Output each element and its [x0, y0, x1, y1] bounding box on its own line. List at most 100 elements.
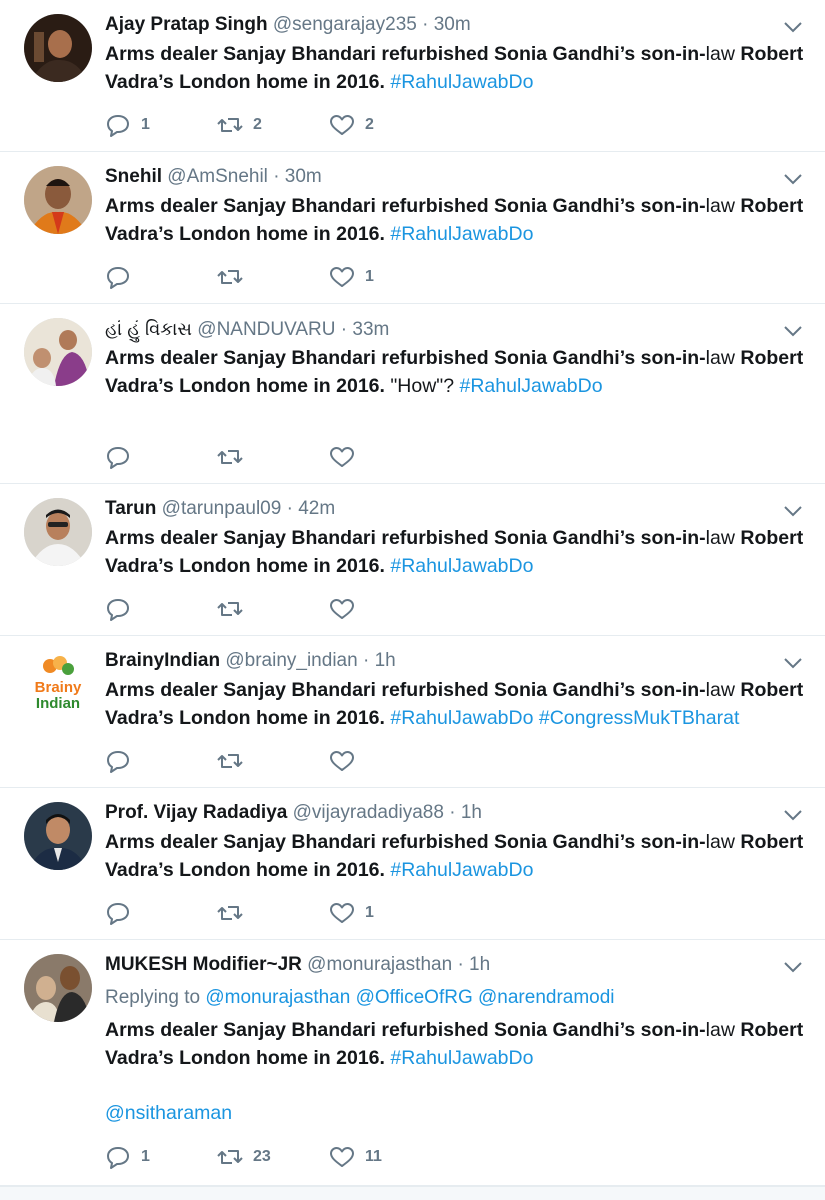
text-plain: "How"? [384, 375, 460, 397]
timestamp[interactable]: 1h [461, 802, 482, 823]
retweet-icon [217, 602, 243, 616]
avatar[interactable] [24, 498, 92, 566]
hashtag-link[interactable]: #RahulJawabDo [390, 223, 533, 245]
avatar-image [24, 954, 92, 1022]
avatar[interactable] [24, 14, 92, 82]
like-button[interactable]: 2 [329, 110, 374, 140]
like-button[interactable] [329, 594, 365, 624]
tweet[interactable]: Tarun @tarunpaul09 · 42m Arms dealer San… [0, 484, 825, 636]
tweet[interactable]: હાં હું વિકાસ @NANDUVARU · 33m Arms deal… [0, 304, 825, 484]
separator-dot: · [449, 802, 456, 823]
reply-button[interactable] [105, 898, 141, 928]
reply-button[interactable]: 1 [105, 110, 150, 140]
like-button[interactable]: 11 [329, 1142, 382, 1172]
retweet-button[interactable] [217, 594, 253, 624]
author-handle[interactable]: @NANDUVARU [197, 319, 335, 340]
avatar-image [24, 166, 92, 234]
author-handle[interactable]: @brainy_indian [225, 650, 357, 671]
tweet[interactable]: Snehil @AmSnehil · 30m Arms dealer Sanja… [0, 152, 825, 304]
retweet-button[interactable] [217, 898, 253, 928]
chevron-down-icon[interactable] [783, 960, 803, 974]
tweet-text: Arms dealer Sanjay Bhandari refurbished … [105, 40, 805, 96]
retweet-icon [217, 754, 243, 768]
retweet-count: 23 [253, 1148, 271, 1165]
chevron-down-icon[interactable] [783, 504, 803, 518]
timestamp[interactable]: 1h [469, 954, 490, 975]
text-bold: Arms dealer Sanjay Bhandari refurbished … [105, 195, 706, 217]
author-handle[interactable]: @sengarajay235 [273, 14, 417, 35]
reply-button[interactable] [105, 594, 141, 624]
text-plain: law [705, 1019, 741, 1041]
heart-icon [330, 267, 354, 287]
separator-dot: · [457, 954, 464, 975]
hashtag-link[interactable]: #RahulJawabDo [390, 555, 533, 577]
author-name[interactable]: Tarun [105, 498, 156, 519]
avatar-logo-text-indian: Indian [36, 695, 80, 712]
reply-button[interactable]: 1 [105, 1142, 150, 1172]
hashtag-link[interactable]: #RahulJawabDo [390, 71, 533, 93]
author-handle[interactable]: @AmSnehil [167, 166, 268, 187]
timestamp[interactable]: 33m [352, 319, 389, 340]
author-name[interactable]: Ajay Pratap Singh [105, 14, 268, 35]
author-name[interactable]: હાં હું વિકાસ [105, 319, 192, 339]
author-handle[interactable]: @monurajasthan [307, 954, 452, 975]
retweet-button[interactable]: 2 [217, 110, 262, 140]
chevron-down-icon[interactable] [783, 656, 803, 670]
tweet[interactable]: Prof. Vijay Radadiya @vijayradadiya88 · … [0, 788, 825, 940]
timestamp[interactable]: 30m [285, 166, 322, 187]
reply-button[interactable] [105, 442, 141, 472]
text-plain: law [705, 43, 741, 65]
tweet-text: Arms dealer Sanjay Bhandari refurbished … [105, 524, 805, 580]
reply-count: 1 [141, 116, 150, 133]
chevron-down-icon[interactable] [783, 172, 803, 186]
retweet-button[interactable] [217, 262, 253, 292]
author-name[interactable]: BrainyIndian [105, 650, 220, 671]
timestamp[interactable]: 42m [298, 498, 335, 519]
avatar[interactable] [24, 954, 92, 1022]
author-name[interactable]: Prof. Vijay Radadiya [105, 802, 287, 823]
chevron-down-icon[interactable] [783, 808, 803, 822]
reply-button[interactable] [105, 746, 141, 776]
tweet[interactable]: Brainy Indian BrainyIndian @brainy_india… [0, 636, 825, 788]
avatar[interactable]: Brainy Indian [24, 650, 92, 718]
separator-dot: · [422, 14, 429, 35]
like-button[interactable]: 1 [329, 898, 374, 928]
timestamp[interactable]: 30m [434, 14, 471, 35]
retweet-button[interactable]: 23 [217, 1142, 271, 1172]
text-bold: Arms dealer Sanjay Bhandari refurbished … [105, 831, 706, 853]
text-plain: law [705, 831, 741, 853]
avatar-logo-text-brainy: Brainy [35, 679, 82, 696]
retweet-button[interactable] [217, 442, 253, 472]
author-name[interactable]: MUKESH Modifier~JR [105, 954, 302, 975]
author-handle[interactable]: @tarunpaul09 [162, 498, 282, 519]
tweet-header: Tarun @tarunpaul09 · 42m [105, 496, 335, 522]
reply-icon [107, 447, 129, 469]
like-button[interactable] [329, 442, 365, 472]
reply-button[interactable] [105, 262, 141, 292]
timestamp[interactable]: 1h [375, 650, 396, 671]
tweet[interactable]: Ajay Pratap Singh @sengarajay235 · 30m A… [0, 0, 825, 152]
retweet-count: 2 [253, 116, 262, 133]
retweet-button[interactable] [217, 746, 253, 776]
hashtag-link[interactable]: #RahulJawabDo #CongressMukTBharat [390, 707, 739, 729]
tweet-text: Arms dealer Sanjay Bhandari refurbished … [105, 192, 805, 248]
like-button[interactable]: 1 [329, 262, 374, 292]
chevron-down-icon[interactable] [783, 324, 803, 338]
reply-icon [107, 751, 129, 773]
chevron-down-icon[interactable] [783, 20, 803, 34]
hashtag-link[interactable]: #RahulJawabDo [390, 1047, 533, 1069]
avatar[interactable] [24, 318, 92, 386]
author-name[interactable]: Snehil [105, 166, 162, 187]
avatar[interactable] [24, 166, 92, 234]
mention-link[interactable]: @nsitharaman [105, 1102, 232, 1124]
author-handle[interactable]: @vijayradadiya88 [293, 802, 444, 823]
like-button[interactable] [329, 746, 365, 776]
avatar[interactable] [24, 802, 92, 870]
hashtag-link[interactable]: #RahulJawabDo [390, 859, 533, 881]
tweet[interactable]: MUKESH Modifier~JR @monurajasthan · 1h R… [0, 940, 825, 1186]
reply-icon [107, 267, 129, 289]
like-count: 1 [365, 268, 374, 285]
reply-icon [107, 1147, 129, 1169]
hashtag-link[interactable]: #RahulJawabDo [459, 375, 602, 397]
reply-mentions[interactable]: @monurajasthan @OfficeOfRG @narendramodi [205, 987, 614, 1008]
